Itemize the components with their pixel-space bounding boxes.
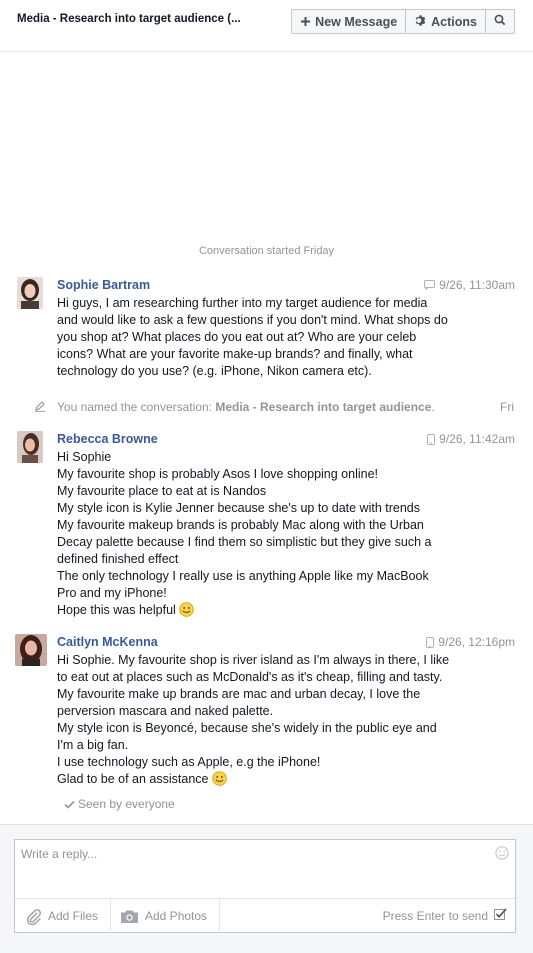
message-body: Hi Sophie. My favourite shop is river is… — [57, 652, 472, 791]
message-line: you shop at? What places do you eat out … — [57, 330, 417, 344]
message-meta: 9/26, 12:16pm — [426, 635, 515, 649]
add-files-label: Add Files — [48, 909, 99, 923]
composer-area: Add Files Add Photos Press Enter to send — [0, 824, 533, 953]
message-line: My favourite make up brands are mac and … — [57, 687, 421, 701]
message-line: defined finished effect — [57, 552, 179, 566]
rename-event: You named the conversation: Media - Rese… — [0, 399, 533, 415]
add-photos-label: Add Photos — [145, 909, 208, 923]
seen-text: Seen by everyone — [78, 797, 175, 811]
add-photos-button[interactable]: Add Photos — [120, 899, 207, 933]
emoji-picker-icon[interactable] — [495, 846, 509, 863]
message-line: My favourite makeup brands is probably M… — [57, 518, 424, 532]
camera-icon — [121, 910, 138, 923]
add-files-button[interactable]: Add Files — [25, 899, 98, 933]
message-line: I'm a big fan. — [57, 738, 129, 752]
message-time: 9/26, 11:30am — [439, 278, 515, 292]
checkmark-icon — [64, 800, 75, 809]
message-line: My style icon is Kylie Jenner because sh… — [57, 501, 420, 515]
toolbar-divider — [110, 899, 111, 933]
message-line: icons? What are your favorite make-up br… — [57, 347, 413, 361]
toolbar-divider — [219, 899, 220, 933]
seen-indicator: Seen by everyone — [64, 797, 175, 811]
message-line: perversion mascara and naked palette. — [57, 704, 274, 718]
message-line: technology do you use? (e.g. iPhone, Nik… — [57, 364, 372, 378]
message-line: Decay palette because I find them so sim… — [57, 535, 432, 549]
message-line: Hi guys, I am researching further into m… — [57, 296, 428, 310]
message-meta: 9/26, 11:30am — [424, 278, 515, 292]
message-time: 9/26, 11:42am — [439, 432, 515, 446]
reply-composer: Add Files Add Photos Press Enter to send — [14, 839, 516, 933]
chat-bubble-icon — [424, 280, 436, 290]
mobile-phone-icon — [427, 433, 436, 445]
search-icon — [494, 14, 506, 29]
press-enter-toggle[interactable]: Press Enter to send — [383, 899, 507, 933]
message-item: Rebecca Browne 9/26, 11:42am Hi Sophie M… — [0, 431, 533, 621]
smiley-emoji-icon — [212, 771, 227, 791]
smiley-emoji-icon — [179, 602, 195, 622]
conversation-started-label: Conversation started Friday — [198, 245, 335, 257]
message-body: Hi Sophie My favourite shop is probably … — [57, 449, 472, 622]
avatar[interactable] — [15, 634, 47, 666]
message-item: Caitlyn McKenna 9/26, 12:16pm Hi Sophie.… — [0, 634, 533, 794]
rename-text: You named the conversation: Media - Rese… — [57, 400, 435, 414]
mobile-phone-icon — [426, 636, 435, 648]
message-line: Hi Sophie. My favourite shop is river is… — [57, 653, 450, 667]
composer-toolbar: Add Files Add Photos Press Enter to send — [15, 898, 515, 933]
reply-input[interactable] — [15, 840, 515, 898]
actions-button[interactable]: Actions — [406, 10, 486, 33]
message-line: to eat out at places such as McDonald's … — [57, 670, 443, 684]
rename-time: Fri — [500, 400, 514, 414]
conversation-title[interactable]: Media - Research into target audience (.… — [17, 13, 241, 25]
message-line-with-emoji: Glad to be of an assistance — [57, 771, 472, 791]
message-line: Hope this was helpful — [57, 603, 176, 617]
new-message-label: New Message — [315, 14, 398, 29]
message-line: My style icon is Beyoncé, because she's … — [57, 721, 437, 735]
new-message-button[interactable]: New Message — [292, 10, 407, 33]
rename-prefix: You named the conversation: — [57, 400, 216, 414]
message-body: Hi guys, I am researching further into m… — [57, 295, 472, 380]
message-sender[interactable]: Caitlyn McKenna — [57, 635, 158, 649]
avatar[interactable] — [17, 277, 43, 309]
header-button-group: New Message Actions — [291, 9, 515, 34]
press-enter-label: Press Enter to send — [382, 909, 488, 923]
message-line: The only technology I really use is anyt… — [57, 569, 429, 583]
message-meta: 9/26, 11:42am — [427, 432, 515, 446]
message-time: 9/26, 12:16pm — [438, 635, 515, 649]
rename-suffix: . — [431, 400, 435, 414]
message-line: Glad to be of an assistance — [57, 772, 209, 786]
avatar[interactable] — [17, 431, 43, 463]
gear-icon — [414, 14, 427, 30]
search-button[interactable] — [486, 10, 514, 33]
checkbox-checked-icon[interactable] — [494, 908, 507, 924]
message-line: My favourite place to eat at is Nandos — [57, 484, 267, 498]
message-line-with-emoji: Hope this was helpful — [57, 602, 472, 622]
message-item: Sophie Bartram 9/26, 11:30am Hi guys, I … — [0, 277, 533, 387]
message-line: Hi Sophie — [57, 450, 112, 464]
message-sender[interactable]: Rebecca Browne — [57, 432, 158, 446]
message-line: My favourite shop is probably Asos I lov… — [57, 467, 379, 481]
pencil-icon — [34, 400, 46, 415]
plus-icon — [300, 14, 311, 30]
message-line: and would like to ask a few questions if… — [57, 313, 448, 327]
actions-label: Actions — [431, 14, 477, 29]
message-line: Pro and my iPhone! — [57, 586, 167, 600]
paperclip-icon — [26, 908, 42, 925]
message-line: I use technology such as Apple, e.g the … — [57, 755, 321, 769]
message-sender[interactable]: Sophie Bartram — [57, 278, 150, 292]
rename-name: Media - Research into target audience — [215, 400, 432, 414]
conversation-header: Media - Research into target audience (.… — [0, 0, 533, 52]
